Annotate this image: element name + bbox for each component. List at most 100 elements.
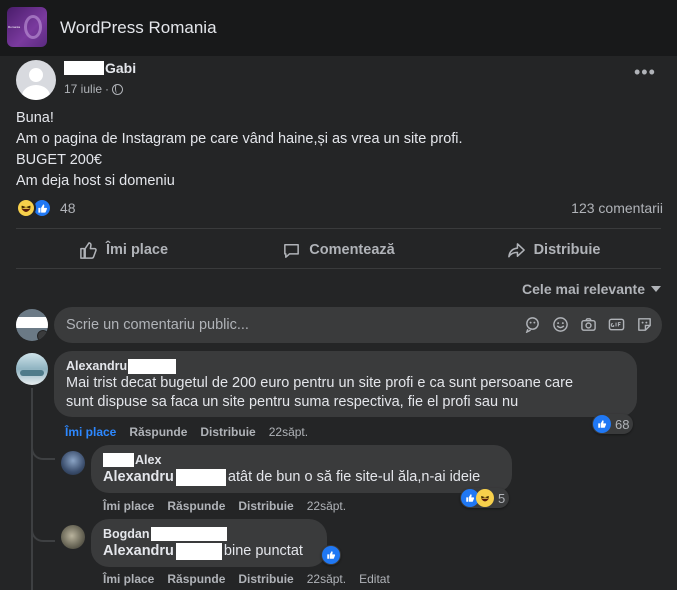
comment-author[interactable]: Bogdan (103, 526, 315, 542)
comment-reactions[interactable]: 5 (460, 488, 510, 508)
group-name[interactable]: WordPress Romania (60, 18, 217, 38)
redaction-box (64, 61, 104, 75)
group-header: Romania WordPress Romania (0, 0, 677, 56)
sort-dropdown[interactable]: Cele mai relevante (522, 281, 661, 297)
comment-actions: Îmi place Răspunde Distribuie 22săpt. (65, 425, 321, 439)
group-logo-icon (24, 15, 42, 39)
post-line: BUGET 200€ (16, 152, 102, 168)
comment-count[interactable]: 123 comentarii (571, 200, 663, 216)
share-button[interactable]: Distribuie (446, 232, 661, 268)
comment-text: Mai trist decat bugetul de 200 euro pent… (66, 374, 625, 412)
commenter-avatar[interactable] (61, 451, 85, 475)
like-reaction-icon (322, 546, 340, 564)
post-action-bar: Îmi place Comentează Distribuie (16, 232, 661, 268)
comment-bubble: Bogdan Alexandru bine punctat (91, 519, 327, 567)
avatar-sticker-icon[interactable] (523, 315, 542, 334)
haha-reaction-icon (476, 489, 494, 507)
meta-separator: · (105, 82, 110, 96)
share-icon (507, 242, 525, 257)
haha-reaction-icon (16, 198, 36, 218)
comment-reply-link[interactable]: Răspunde (129, 425, 187, 439)
input-icons (523, 315, 654, 334)
comment-button-label: Comentează (309, 242, 395, 258)
post-line: Am o pagina de Instagram pe care vând ha… (16, 131, 463, 147)
comment-mention[interactable]: Alexandru (103, 469, 174, 485)
comment-time[interactable]: 22săpt. (307, 499, 346, 513)
comment-input-placeholder: Scrie un comentariu public... (66, 317, 249, 333)
comment-author[interactable]: Alex (103, 452, 500, 468)
divider (16, 228, 661, 229)
comment-text-body: bine punctat (223, 543, 303, 559)
comment-text: Alexandru bine punctat (103, 542, 315, 561)
like-button[interactable]: Îmi place (16, 232, 231, 268)
comment-text-body: atât de bun o să fie site-ul ăla,n-ai id… (227, 469, 481, 485)
like-button-label: Îmi place (105, 242, 169, 258)
redaction-box (175, 468, 226, 486)
comment-share-link[interactable]: Distribuie (200, 425, 255, 439)
comment-icon (284, 243, 300, 258)
thread-connector (31, 434, 55, 460)
thread-connector (31, 516, 55, 542)
comment-reply-link[interactable]: Răspunde (167, 572, 225, 586)
post-reactions[interactable]: 48 (16, 198, 76, 218)
redaction-box (128, 358, 177, 374)
avatar-photo-detail (20, 370, 44, 376)
share-button-label: Distribuie (533, 242, 601, 258)
comment-bubble: Alexandru Mai trist decat bugetul de 200… (54, 351, 637, 417)
comment-reaction-count: 68 (615, 416, 630, 432)
post-meta: 17 iulie · (64, 82, 124, 96)
sort-label: Cele mai relevante (522, 281, 645, 297)
comment-button[interactable]: Comentează (231, 232, 446, 268)
redaction-box (175, 542, 222, 560)
comment-time[interactable]: 22săpt. (307, 572, 346, 586)
comment-time[interactable]: 22săpt. (269, 425, 308, 439)
like-icon (80, 241, 97, 259)
comment-author-text: Bogdan (103, 527, 150, 541)
comment-edited-label: Editat (359, 572, 390, 586)
post-card: Gabi 17 iulie · ••• Buna! Am o pagina de… (0, 56, 677, 590)
post-date[interactable]: 17 iulie (64, 82, 102, 96)
post-body: Buna! Am o pagina de Instagram pe care v… (16, 108, 463, 192)
comment-author[interactable]: Alexandru (66, 358, 625, 374)
comment-share-link[interactable]: Distribuie (238, 572, 293, 586)
caret-down-icon (651, 286, 661, 292)
comment-text: Alexandru atât de bun o să fie site-ul ăl… (103, 468, 500, 487)
post-line: Am deja host si domeniu (16, 173, 175, 189)
comment-input[interactable]: Scrie un comentariu public... (54, 307, 662, 343)
more-options-icon[interactable]: ••• (634, 63, 656, 81)
avatar-redaction (16, 317, 48, 328)
comment-actions: Îmi place Răspunde Distribuie 22săpt. (103, 499, 359, 513)
commenter-avatar[interactable] (16, 353, 48, 385)
reaction-count: 48 (60, 200, 76, 216)
comment-like-link[interactable]: Îmi place (65, 425, 116, 439)
comment-reactions[interactable]: 68 (592, 414, 634, 434)
globe-icon (112, 83, 124, 95)
avatar-body-shape (22, 85, 50, 100)
redaction-box (150, 527, 227, 541)
group-avatar[interactable]: Romania (7, 7, 47, 47)
comment-like-link[interactable]: Îmi place (103, 499, 154, 513)
avatar-head-shape (29, 68, 43, 82)
poster-name[interactable]: Gabi (64, 60, 136, 76)
comment-reactions[interactable] (321, 545, 341, 565)
chevron-down-icon (37, 330, 48, 341)
sticker-icon[interactable] (635, 315, 654, 334)
comment-author-text: Alexandru (66, 359, 128, 373)
comment-reply-link[interactable]: Răspunde (167, 499, 225, 513)
comment-mention[interactable]: Alexandru (103, 543, 174, 559)
thread-line (31, 388, 33, 590)
emoji-icon[interactable] (551, 315, 570, 334)
like-reaction-icon (593, 415, 611, 433)
poster-avatar[interactable] (16, 60, 56, 100)
comment-like-link[interactable]: Îmi place (103, 572, 154, 586)
gif-icon[interactable] (607, 315, 626, 334)
poster-name-text: Gabi (105, 60, 137, 76)
commenter-avatar[interactable] (61, 525, 85, 549)
camera-icon[interactable] (579, 315, 598, 334)
comment-line: Mai trist decat bugetul de 200 euro pent… (66, 375, 574, 391)
group-avatar-text: Romania (8, 25, 21, 29)
comment-bubble: Alex Alexandru atât de bun o să fie site-… (91, 445, 512, 493)
comment-share-link[interactable]: Distribuie (238, 499, 293, 513)
comment-reaction-count: 5 (498, 490, 506, 506)
current-user-avatar[interactable] (16, 309, 48, 341)
